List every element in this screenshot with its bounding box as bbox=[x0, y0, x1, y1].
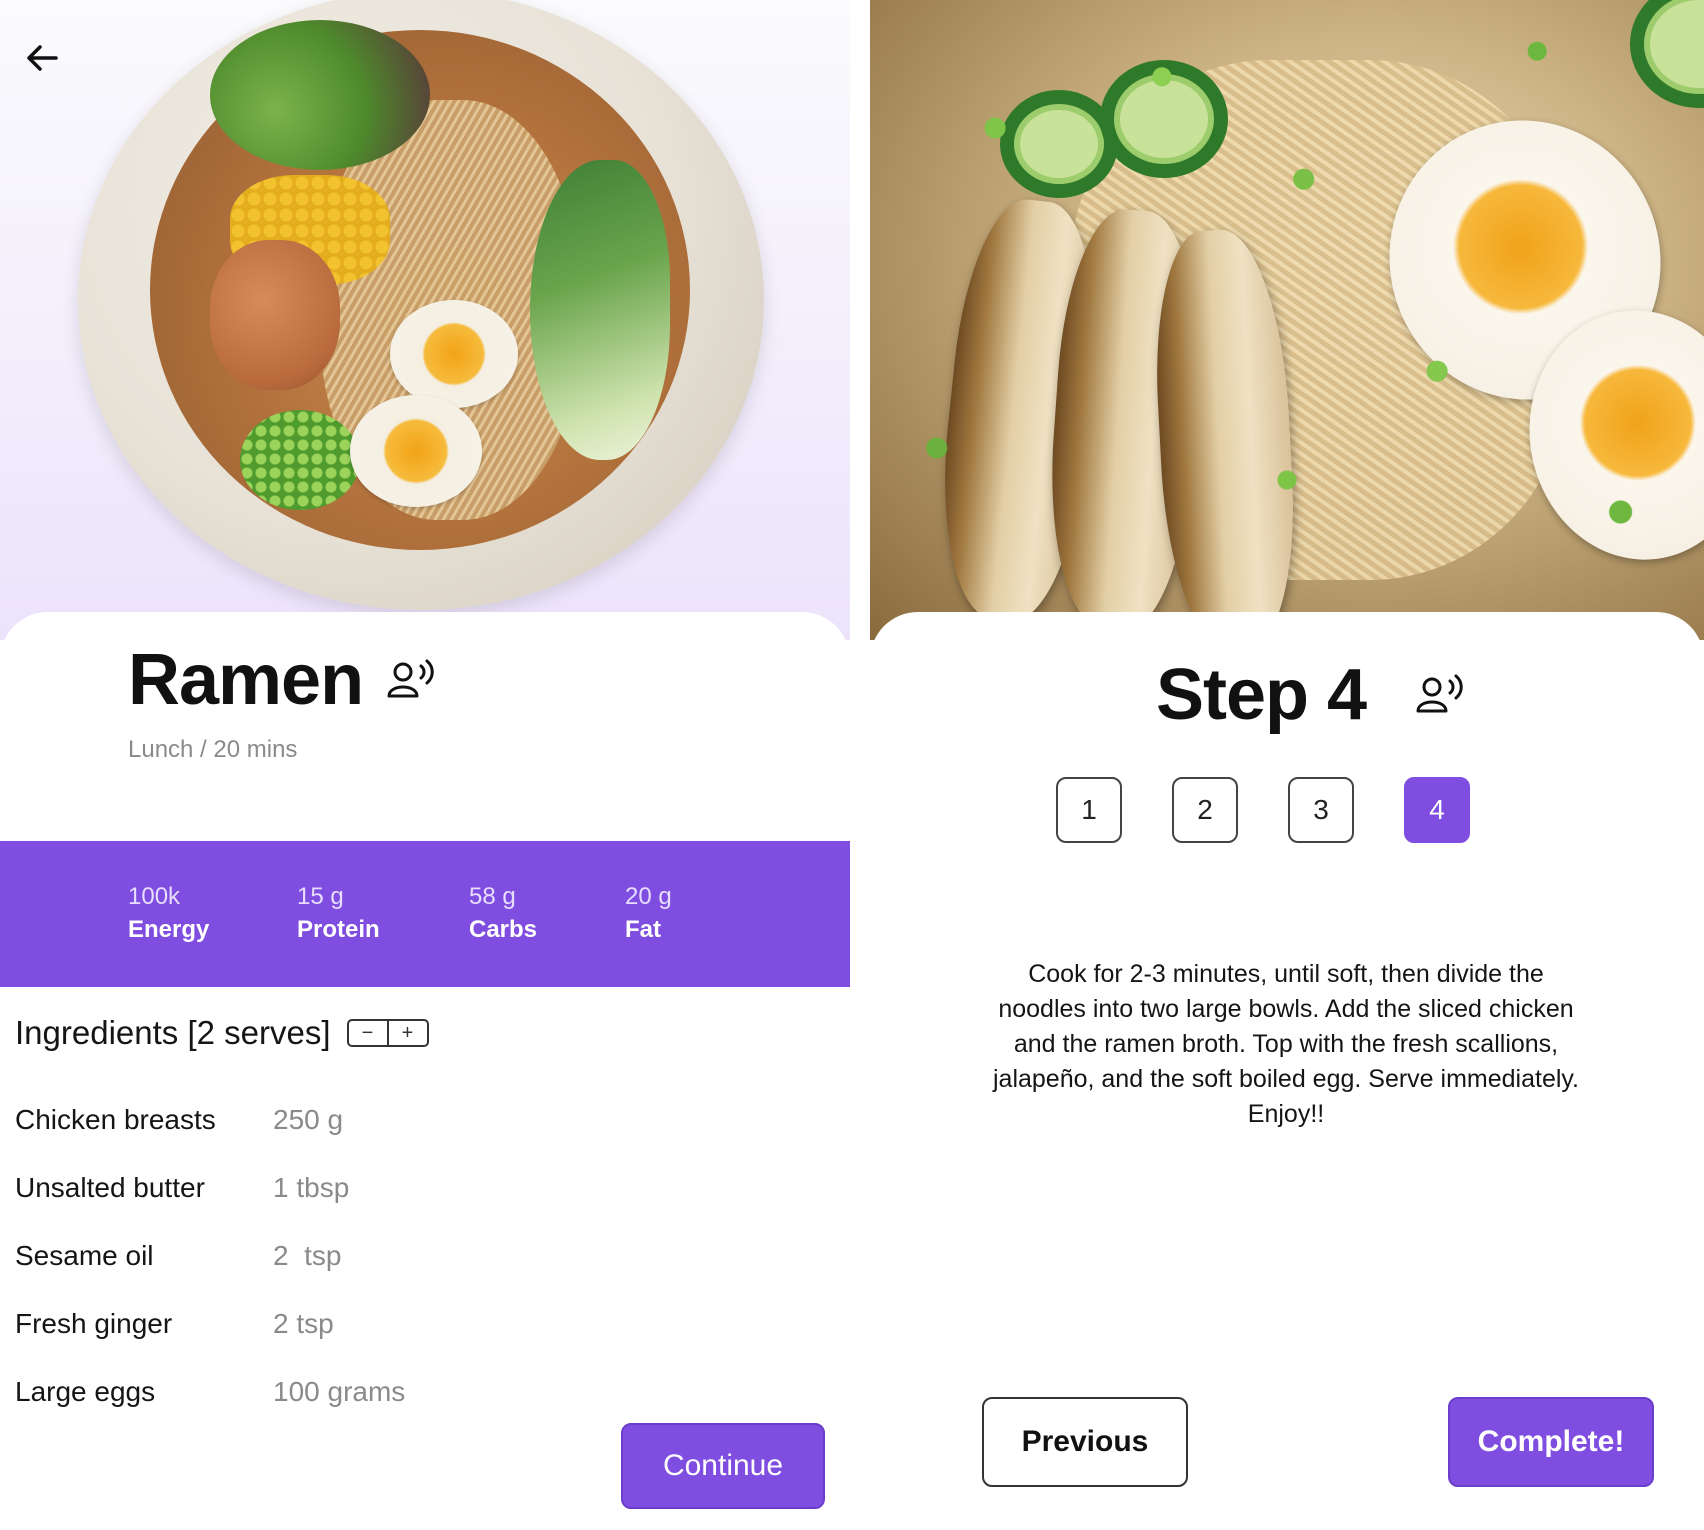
recipe-screen: Ramen Lunch / 20 mins 100k Energy 15 g P… bbox=[0, 0, 850, 1530]
decrement-serves-button[interactable]: − bbox=[349, 1021, 387, 1045]
step-2-button[interactable]: 2 bbox=[1172, 777, 1238, 843]
serves-stepper: − + bbox=[346, 1019, 429, 1047]
scallions bbox=[240, 410, 360, 510]
voice-assistant-icon[interactable] bbox=[1414, 673, 1466, 717]
ingredients-title: Ingredients [2 serves] bbox=[15, 1014, 331, 1051]
step-title-row: Step 4 bbox=[1156, 655, 1466, 735]
ingredients-header: Ingredients [2 serves] − + bbox=[15, 1014, 429, 1052]
ingredient-row: Chicken breasts 250 g bbox=[15, 1104, 615, 1172]
ingredients-list: Chicken breasts 250 g Unsalted butter 1 … bbox=[15, 1104, 615, 1444]
ingredient-row: Large eggs 100 grams bbox=[15, 1376, 615, 1444]
nutrition-value: 20 g bbox=[625, 883, 672, 910]
nutrition-value: 100k bbox=[128, 883, 181, 910]
step-instructions: Cook for 2-3 minutes, until soft, then d… bbox=[992, 960, 1579, 1128]
nutrition-band: 100k Energy 15 g Protein 58 g Carbs 20 g… bbox=[0, 841, 850, 987]
ingredient-quantity: 1 tbsp bbox=[273, 1172, 350, 1203]
bok-choy bbox=[530, 160, 670, 460]
back-arrow-icon[interactable] bbox=[18, 34, 66, 82]
recipe-hero-image bbox=[0, 0, 850, 640]
voice-assistant-icon[interactable] bbox=[385, 658, 437, 702]
ingredient-name: Sesame oil bbox=[15, 1240, 154, 1271]
ingredient-quantity: 250 g bbox=[273, 1104, 344, 1135]
nutrition-label: Protein bbox=[297, 916, 380, 943]
recipe-subtitle: Lunch / 20 mins bbox=[128, 736, 298, 763]
minced-meat bbox=[210, 240, 340, 390]
ingredient-quantity: 2 tsp bbox=[273, 1308, 334, 1339]
ingredient-name: Unsalted butter bbox=[15, 1172, 205, 1203]
step-pager: 1 2 3 4 bbox=[1056, 777, 1470, 843]
scallions bbox=[870, 0, 1704, 640]
ingredient-row: Sesame oil 2 tsp bbox=[15, 1240, 615, 1308]
ingredient-quantity: 100 grams bbox=[273, 1376, 406, 1407]
nutrition-label: Energy bbox=[128, 916, 210, 943]
recipe-title-row: Ramen bbox=[128, 640, 437, 720]
ingredient-name: Large eggs bbox=[15, 1376, 156, 1407]
step-screen: Step 4 1 2 3 4 Cook for 2-3 minutes, unt… bbox=[870, 0, 1704, 1530]
ingredient-row: Unsalted butter 1 tbsp bbox=[15, 1172, 615, 1240]
recipe-title: Ramen bbox=[128, 640, 364, 720]
ingredient-row: Fresh ginger 2 tsp bbox=[15, 1308, 615, 1376]
step-title: Step 4 bbox=[1156, 655, 1367, 735]
nutrition-fat: 20 g Fat bbox=[625, 881, 672, 947]
ingredient-name: Fresh ginger bbox=[15, 1308, 173, 1339]
nutrition-label: Fat bbox=[625, 916, 661, 943]
previous-button[interactable]: Previous bbox=[982, 1397, 1188, 1487]
nutrition-protein: 15 g Protein bbox=[297, 881, 380, 947]
nutrition-label: Carbs bbox=[469, 916, 538, 943]
ingredient-quantity: 2 tsp bbox=[273, 1240, 342, 1271]
complete-button[interactable]: Complete! bbox=[1448, 1397, 1654, 1487]
soft-boiled-egg bbox=[350, 395, 482, 507]
soft-boiled-egg bbox=[390, 300, 518, 408]
step-1-button[interactable]: 1 bbox=[1056, 777, 1122, 843]
lettuce bbox=[210, 20, 430, 170]
nutrition-value: 15 g bbox=[297, 883, 344, 910]
step-hero-image bbox=[870, 0, 1704, 640]
ingredient-name: Chicken breasts bbox=[15, 1104, 216, 1135]
step-3-button[interactable]: 3 bbox=[1288, 777, 1354, 843]
nutrition-energy: 100k Energy bbox=[128, 881, 209, 947]
increment-serves-button[interactable]: + bbox=[386, 1021, 427, 1045]
continue-button[interactable]: Continue bbox=[621, 1423, 825, 1509]
nutrition-value: 58 g bbox=[469, 883, 516, 910]
step-4-button[interactable]: 4 bbox=[1404, 777, 1470, 843]
nutrition-carbs: 58 g Carbs bbox=[469, 881, 537, 947]
